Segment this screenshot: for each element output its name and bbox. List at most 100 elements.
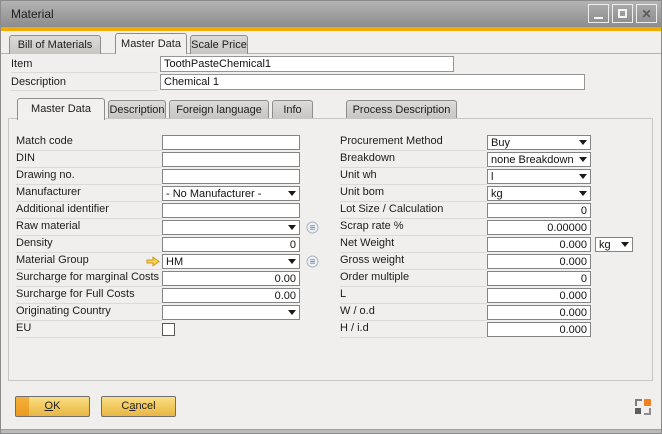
field-row-eu: EU [16,321,326,338]
density-label: Density [16,236,162,253]
maximize-button[interactable] [612,4,633,23]
additional-identifier-input[interactable] [162,203,300,218]
breakdown-label: Breakdown [340,151,487,168]
din-label: DIN [16,151,162,168]
field-row-additional-identifier: Additional identifier [16,202,326,219]
field-row-material-group: Material Group HM [16,253,326,270]
field-row-raw-material: Raw material [16,219,326,236]
chevron-down-icon [288,259,296,264]
din-input[interactable] [162,152,300,167]
tab-inner-process-description[interactable]: Process Description [346,100,457,119]
description-label: Description [11,74,157,91]
field-row-gross-weight: Gross weight [340,253,650,270]
master-data-panel: Match code DIN Drawing no. Manufacturer … [8,118,653,381]
chevron-down-icon [579,174,587,179]
field-row-drawing-no: Drawing no. [16,168,326,185]
field-row-scrap-rate: Scrap rate % [340,219,650,236]
unit-bom-dropdown[interactable]: kg [487,186,591,201]
top-tab-strip: Bill of Materials Master Data Scale Pric… [1,33,661,54]
left-column: Match code DIN Drawing no. Manufacturer … [16,134,326,338]
surcharge-marginal-input[interactable] [162,271,300,286]
field-row-match-code: Match code [16,134,326,151]
expand-form-icon[interactable] [635,399,651,415]
eu-label: EU [16,321,162,338]
tab-inner-foreign-language[interactable]: Foreign language [169,100,269,119]
field-row-originating-country: Originating Country [16,304,326,321]
tab-master-data[interactable]: Master Data [115,33,187,54]
unit-bom-label: Unit bom [340,185,487,202]
tab-inner-description[interactable]: Description [108,100,166,119]
field-row-unit-wh: Unit wh l [340,168,650,185]
breakdown-dropdown[interactable]: none Breakdown [487,152,591,167]
accent-bar [1,27,661,31]
net-weight-label: Net Weight [340,236,487,253]
net-weight-unit-dropdown[interactable]: kg [595,237,633,252]
field-row-din: DIN [16,151,326,168]
chevron-down-icon [288,225,296,230]
gross-weight-label: Gross weight [340,253,487,270]
field-row-manufacturer: Manufacturer - No Manufacturer - [16,185,326,202]
description-row: Description [11,74,611,91]
l-input[interactable] [487,288,591,303]
tab-inner-master-data[interactable]: Master Data [17,98,105,120]
field-row-l: L [340,287,650,304]
field-row-h-id: H / i.d [340,321,650,338]
field-row-net-weight: Net Weight kg [340,236,650,253]
originating-country-dropdown[interactable] [162,305,300,320]
procurement-method-dropdown[interactable]: Buy [487,135,591,150]
l-label: L [340,287,487,304]
tab-scale-price[interactable]: Scale Price [190,35,248,54]
item-field[interactable] [160,56,454,72]
ok-button[interactable]: OK [15,396,90,417]
chevron-down-icon [579,157,587,162]
close-button[interactable]: ✕ [636,4,657,23]
close-icon: ✕ [641,8,651,20]
surcharge-marginal-label: Surcharge for marginal Costs [16,270,162,287]
chevron-down-icon [579,191,587,196]
description-field[interactable] [160,74,585,90]
window-bottom-frame [1,429,661,433]
chevron-down-icon [621,242,629,247]
h-id-input[interactable] [487,322,591,337]
net-weight-input[interactable] [487,237,591,252]
material-group-dropdown[interactable]: HM [162,254,300,269]
drawing-no-label: Drawing no. [16,168,162,185]
procurement-method-label: Procurement Method [340,134,487,151]
item-row: Item [11,56,611,73]
chevron-down-icon [288,310,296,315]
surcharge-full-input[interactable] [162,288,300,303]
field-row-unit-bom: Unit bom kg [340,185,650,202]
scrap-rate-label: Scrap rate % [340,219,487,236]
unit-wh-dropdown[interactable]: l [487,169,591,184]
gross-weight-input[interactable] [487,254,591,269]
maximize-icon [618,9,627,18]
manufacturer-dropdown[interactable]: - No Manufacturer - [162,186,300,201]
context-menu-icon[interactable] [306,255,319,271]
match-code-input[interactable] [162,135,300,150]
order-multiple-input[interactable] [487,271,591,286]
context-menu-icon[interactable] [306,221,319,237]
field-row-surcharge-marginal: Surcharge for marginal Costs [16,270,326,287]
lot-size-label: Lot Size / Calculation [340,202,487,219]
chevron-down-icon [579,140,587,145]
tab-inner-info[interactable]: Info [272,100,313,119]
field-row-procurement-method: Procurement Method Buy [340,134,650,151]
tab-bill-of-materials[interactable]: Bill of Materials [9,35,101,54]
unit-wh-label: Unit wh [340,168,487,185]
field-row-lot-size: Lot Size / Calculation [340,202,650,219]
eu-checkbox[interactable] [162,323,175,336]
density-input[interactable] [162,237,300,252]
minimize-button[interactable] [588,4,609,23]
drawing-no-input[interactable] [162,169,300,184]
link-arrow-icon[interactable] [146,256,160,270]
scrap-rate-input[interactable] [487,220,591,235]
field-row-surcharge-full: Surcharge for Full Costs [16,287,326,304]
lot-size-input[interactable] [487,203,591,218]
field-row-breakdown: Breakdown none Breakdown [340,151,650,168]
minimize-icon [594,17,603,19]
field-row-density: Density [16,236,326,253]
raw-material-dropdown[interactable] [162,220,300,235]
right-column: Procurement Method Buy Breakdown none Br… [340,134,650,338]
cancel-button[interactable]: Cancel [101,396,176,417]
w-od-input[interactable] [487,305,591,320]
